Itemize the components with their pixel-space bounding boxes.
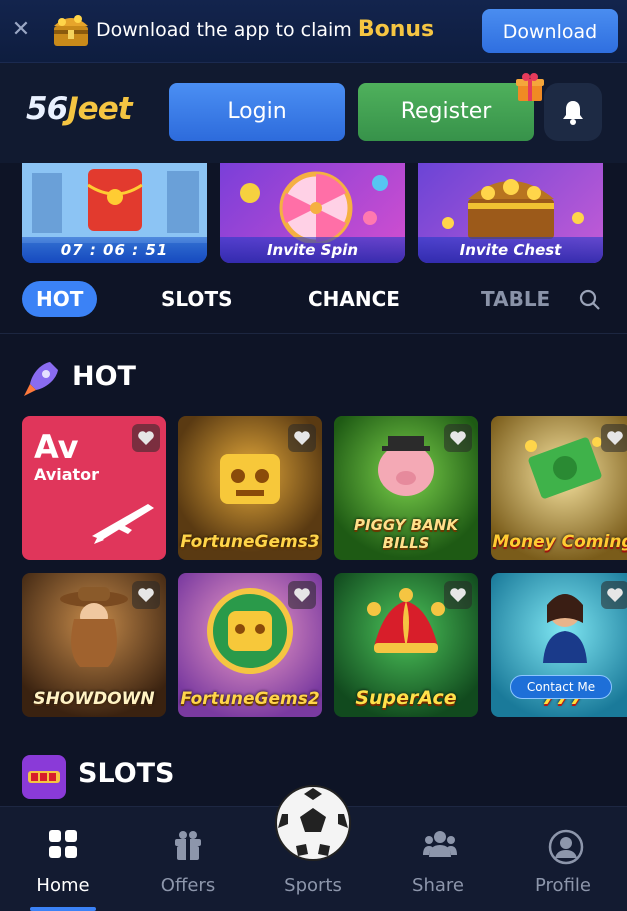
slots-icon xyxy=(22,755,66,799)
nav-label: Sports xyxy=(284,875,342,896)
tab-chance[interactable]: CHANCE xyxy=(308,281,400,317)
favorite-button[interactable] xyxy=(601,424,627,452)
jester-hat-icon xyxy=(367,588,445,653)
heart-icon xyxy=(607,431,623,445)
section-title-slots: SLOTS xyxy=(78,758,175,789)
promo-bar: ✕ Download the app to claim Bonus Downlo… xyxy=(0,0,627,63)
banner-caption: Invite Spin xyxy=(220,237,405,263)
game-tag: Av xyxy=(34,428,79,466)
game-name: FortuneGems2 xyxy=(180,689,320,709)
prize-wheel-icon xyxy=(240,171,388,245)
nav-label: Profile xyxy=(535,875,591,896)
game-tile-fortune-gems-3[interactable]: FortuneGems3 xyxy=(178,416,322,560)
heart-icon xyxy=(138,431,154,445)
favorite-button[interactable] xyxy=(601,581,627,609)
rocket-icon xyxy=(24,362,58,396)
nav-profile[interactable]: Profile xyxy=(513,807,613,911)
game-tile-piggy-bank-bills[interactable]: PIGGY BANK BILLS xyxy=(334,416,478,560)
users-icon xyxy=(423,831,457,857)
favorite-button[interactable] xyxy=(288,581,316,609)
login-button[interactable]: Login xyxy=(169,83,345,141)
register-button[interactable]: Register xyxy=(358,83,534,141)
heart-icon xyxy=(294,588,310,602)
game-tile-aviator[interactable]: Av Aviator xyxy=(22,416,166,560)
user-icon xyxy=(548,829,584,865)
game-name: PIGGY BANK BILLS xyxy=(354,516,458,552)
promo-message: Download the app to claim Bonus xyxy=(96,17,435,42)
favorite-button[interactable] xyxy=(132,424,160,452)
heart-icon xyxy=(450,431,466,445)
promo-banner-countdown[interactable]: 07 : 06 : 51 xyxy=(22,163,207,263)
golden-mask-icon xyxy=(207,588,293,674)
nav-share[interactable]: Share xyxy=(388,807,488,911)
game-name: SuperAce xyxy=(355,687,457,709)
game-name: FortuneGems3 xyxy=(180,532,320,552)
download-button[interactable]: Download xyxy=(482,9,618,53)
divider xyxy=(0,333,627,334)
treasure-chest-icon xyxy=(54,15,88,46)
nav-label: Offers xyxy=(160,875,216,896)
game-name: Money Coming xyxy=(492,532,627,552)
favorite-button[interactable] xyxy=(444,581,472,609)
banner-caption: Invite Chest xyxy=(418,237,603,263)
heart-icon xyxy=(607,588,623,602)
favorite-button[interactable] xyxy=(132,581,160,609)
promo-banner-invite-spin[interactable]: Invite Spin xyxy=(220,163,405,263)
bonus-text: Bonus xyxy=(357,17,435,42)
game-name: SHOWDOWN xyxy=(33,689,155,709)
home-grid-icon xyxy=(49,830,77,858)
category-tabs: HOT SLOTS CHANCE TABLE xyxy=(0,276,627,324)
game-tile-super-ace[interactable]: SuperAce xyxy=(334,573,478,717)
game-tile-fortune-gems-2[interactable]: FortuneGems2 xyxy=(178,573,322,717)
cowgirl-icon xyxy=(60,587,128,667)
game-tile-showdown[interactable]: SHOWDOWN xyxy=(22,573,166,717)
heart-icon xyxy=(138,588,154,602)
cash-icon xyxy=(525,437,602,499)
section-title-hot: HOT xyxy=(72,361,136,392)
heart-icon xyxy=(294,431,310,445)
search-icon[interactable] xyxy=(578,288,602,312)
nav-label: Home xyxy=(36,875,90,896)
nav-home[interactable]: Home xyxy=(13,807,113,911)
game-name: Aviator xyxy=(34,465,100,484)
favorite-button[interactable] xyxy=(288,424,316,452)
bell-icon xyxy=(563,101,583,125)
treasure-chest-icon xyxy=(442,179,584,239)
soccer-ball-icon[interactable] xyxy=(274,784,352,862)
close-icon[interactable]: ✕ xyxy=(10,19,32,41)
gift-icon xyxy=(516,73,544,101)
heart-icon xyxy=(450,588,466,602)
tab-hot[interactable]: HOT xyxy=(22,281,98,317)
logo[interactable]: 56Jeet xyxy=(26,91,133,127)
countdown-timer: 07 : 06 : 51 xyxy=(22,237,207,263)
favorite-button[interactable] xyxy=(444,424,472,452)
red-envelope-icon xyxy=(22,163,207,243)
woman-portrait-icon xyxy=(543,594,587,663)
tab-table[interactable]: TABLE xyxy=(481,281,550,317)
tab-slots[interactable]: SLOTS xyxy=(161,281,232,317)
golden-mask-icon xyxy=(220,454,280,504)
nav-offers[interactable]: Offers xyxy=(138,807,238,911)
airplane-icon xyxy=(92,504,154,544)
notification-button[interactable] xyxy=(544,83,602,141)
gift-icon xyxy=(175,831,201,860)
active-indicator xyxy=(30,907,96,911)
game-tile-money-coming[interactable]: Money Coming xyxy=(491,416,627,560)
nav-label: Share xyxy=(412,875,464,896)
contact-me-button[interactable]: Contact Me xyxy=(510,675,612,699)
header: 56Jeet Login Register xyxy=(0,63,627,163)
pig-icon xyxy=(378,436,434,496)
promo-banner-invite-chest[interactable]: Invite Chest xyxy=(418,163,603,263)
